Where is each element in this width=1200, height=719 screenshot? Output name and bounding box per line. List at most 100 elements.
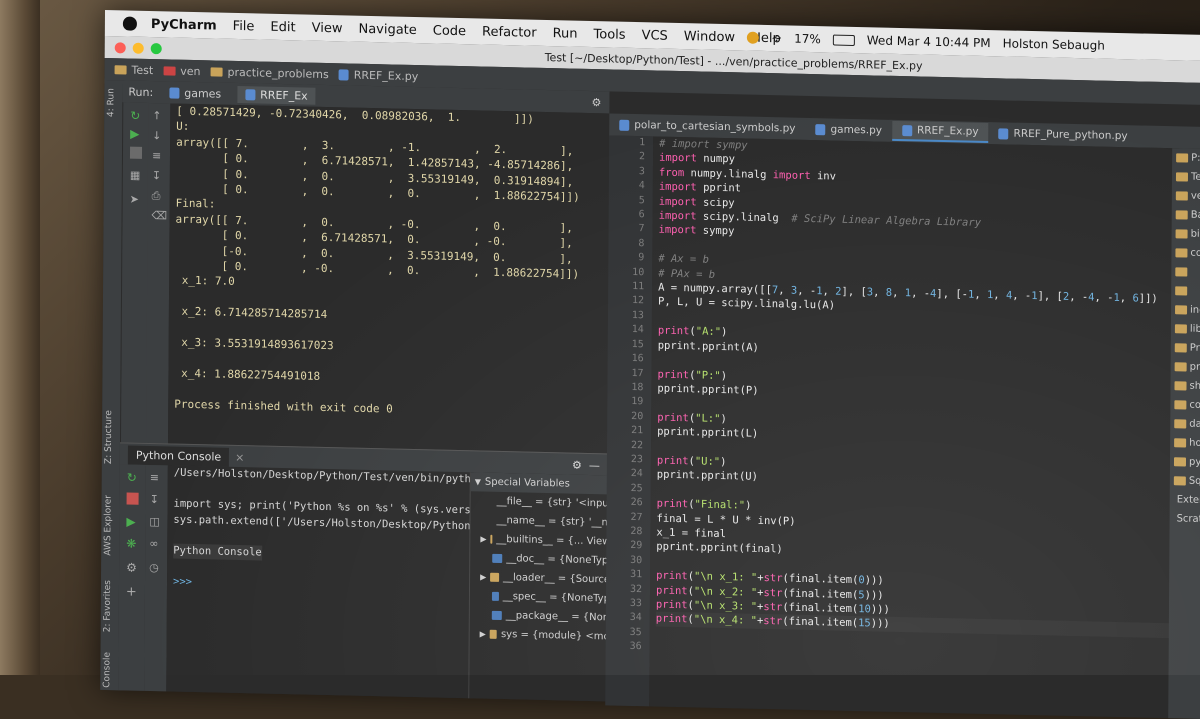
- user-name[interactable]: Holston Sebaugh: [1003, 36, 1105, 52]
- layout-icon[interactable]: ▦: [130, 169, 142, 181]
- favorites-button[interactable]: 2: Favorites: [103, 580, 113, 633]
- scroll-to-end-icon[interactable]: ↧: [150, 493, 162, 505]
- menu-refactor[interactable]: Refactor: [482, 24, 537, 40]
- clock[interactable]: Wed Mar 4 10:44 PM: [867, 33, 991, 50]
- menu-tools[interactable]: Tools: [594, 27, 626, 43]
- tab-rref-pure-python[interactable]: RREF_Pure_python.py: [989, 124, 1138, 145]
- trash-icon[interactable]: ⌫: [152, 209, 164, 221]
- menu-view[interactable]: View: [312, 20, 343, 36]
- battery-icon[interactable]: [833, 34, 855, 45]
- menu-app-name[interactable]: PyCharm: [151, 17, 217, 33]
- soft-wrap-icon[interactable]: ≡: [152, 149, 164, 161]
- tree-item[interactable]: lib: [1171, 319, 1200, 339]
- print-icon[interactable]: ⎙: [152, 189, 164, 201]
- tree-item[interactable]: Scratches a: [1170, 509, 1200, 529]
- sync-icon[interactable]: [747, 32, 759, 44]
- tree-item[interactable]: External Lib: [1170, 490, 1200, 510]
- tree-item[interactable]: [1171, 281, 1200, 301]
- run-tab-rref[interactable]: RREF_Ex: [237, 86, 316, 105]
- settings-gear-icon[interactable]: ⚙: [592, 96, 602, 109]
- run-output[interactable]: [ 0.28571429, -0.72340426, 0.08982036, 1…: [168, 103, 616, 453]
- line-number: 7: [608, 222, 652, 237]
- line-number-gutter[interactable]: 1234567891011121314151617181920212223242…: [605, 135, 653, 706]
- line-number: 24: [607, 467, 651, 482]
- tab-polar-to-cartesian[interactable]: polar_to_cartesian_symbols.py: [609, 115, 805, 137]
- tree-item[interactable]: pyve: [1170, 452, 1200, 472]
- tree-item[interactable]: P:: [1172, 148, 1200, 168]
- rerun-icon[interactable]: ↻: [130, 109, 142, 121]
- tree-item[interactable]: Prac: [1171, 338, 1200, 358]
- menu-code[interactable]: Code: [433, 23, 466, 39]
- variable-label: __file__ = {str} '<input: [497, 496, 611, 510]
- line-number: 31: [606, 568, 650, 583]
- pin-icon[interactable]: ➤: [130, 193, 142, 205]
- execute-icon[interactable]: ▶: [126, 514, 138, 526]
- apple-icon[interactable]: [123, 16, 137, 30]
- tree-item[interactable]: dayl: [1170, 414, 1200, 434]
- line-number: 6: [609, 207, 653, 222]
- tree-item[interactable]: incl: [1171, 300, 1200, 320]
- folder-icon: [1175, 324, 1187, 333]
- show-variables-icon[interactable]: ◫: [149, 515, 161, 527]
- tree-item[interactable]: com: [1170, 395, 1200, 415]
- zoom-icon[interactable]: [151, 43, 162, 54]
- scroll-to-end-icon[interactable]: ↧: [152, 169, 164, 181]
- run-tool-window-button[interactable]: 4: Run: [106, 88, 116, 117]
- tab-games[interactable]: games.py: [805, 120, 892, 140]
- tree-item-label: home: [1189, 438, 1200, 450]
- tree-item[interactable]: ven: [1172, 186, 1200, 206]
- soft-wrap-icon[interactable]: ≡: [150, 471, 162, 483]
- tree-item[interactable]: Squa: [1170, 471, 1200, 491]
- menu-window[interactable]: Window: [684, 29, 735, 45]
- tree-item[interactable]: prac: [1171, 357, 1200, 377]
- run-tab-games[interactable]: games: [161, 84, 229, 103]
- crumb-practice-problems[interactable]: practice_problems: [210, 65, 328, 81]
- tree-item[interactable]: shar: [1170, 376, 1200, 396]
- up-arrow-icon[interactable]: ↑: [152, 109, 164, 121]
- crumb-file[interactable]: RREF_Ex.py: [339, 68, 419, 83]
- menu-file[interactable]: File: [233, 18, 255, 33]
- down-arrow-icon[interactable]: ↓: [152, 129, 164, 141]
- variable-label: __package__ = {Non: [506, 610, 609, 623]
- tree-item[interactable]: coo: [1171, 243, 1200, 263]
- console-output[interactable]: /Users/Holston/Desktop/Python/Test/ven/b…: [166, 465, 474, 698]
- console-side-label[interactable]: Console: [102, 652, 112, 688]
- infinity-icon[interactable]: ∞: [149, 537, 161, 549]
- rerun-icon[interactable]: ↻: [127, 471, 139, 483]
- tree-item[interactable]: bin: [1172, 224, 1200, 244]
- code-editor[interactable]: # import sympyimport numpyfrom numpy.lin…: [649, 136, 1179, 718]
- tree-item[interactable]: [1171, 262, 1200, 282]
- close-icon[interactable]: [115, 42, 126, 53]
- aws-explorer-button[interactable]: AWS Explorer: [103, 495, 113, 556]
- console-toolbar-secondary: ≡ ↧ ◫ ∞ ◷: [144, 465, 168, 691]
- tab-python-console[interactable]: Python Console: [128, 445, 229, 466]
- structure-tool-window-button[interactable]: Z: Structure: [104, 410, 114, 464]
- line-number: 22: [607, 438, 651, 453]
- add-icon[interactable]: +: [126, 584, 138, 596]
- variable-row[interactable]: ▶sys = {module} <mo: [470, 624, 610, 646]
- crumb-ven[interactable]: ven: [163, 64, 200, 78]
- tree-item[interactable]: Ba: [1172, 205, 1200, 225]
- stop-icon[interactable]: [130, 147, 142, 159]
- crumb-test[interactable]: Test: [115, 63, 154, 77]
- menu-navigate[interactable]: Navigate: [358, 21, 416, 37]
- menu-run[interactable]: Run: [553, 26, 578, 42]
- play-icon[interactable]: ▶: [130, 127, 142, 139]
- folder-icon: [1175, 267, 1187, 276]
- stop-icon[interactable]: [127, 493, 139, 505]
- variables-panel: ▼Special Variables __file__ = {str} '<in…: [468, 472, 611, 701]
- tab-rref-ex[interactable]: RREF_Ex.py: [892, 121, 989, 143]
- tree-item[interactable]: home: [1170, 433, 1200, 453]
- tree-item[interactable]: Test: [1172, 167, 1200, 187]
- history-icon[interactable]: ◷: [149, 561, 161, 573]
- menu-edit[interactable]: Edit: [270, 19, 295, 35]
- wifi-icon[interactable]: ∻: [771, 31, 782, 46]
- project-tree[interactable]: P:TestvenBabincoo incllibPracpracsharcomd…: [1168, 148, 1200, 719]
- debug-bug-icon[interactable]: ❋: [126, 536, 138, 548]
- menu-vcs[interactable]: VCS: [642, 28, 668, 44]
- close-tab-icon[interactable]: ×: [235, 450, 244, 463]
- settings-gear-icon[interactable]: ⚙: [572, 458, 582, 471]
- minimize-icon[interactable]: [133, 42, 144, 53]
- hide-icon[interactable]: —: [589, 458, 600, 471]
- settings-gear-icon[interactable]: ⚙: [126, 560, 138, 572]
